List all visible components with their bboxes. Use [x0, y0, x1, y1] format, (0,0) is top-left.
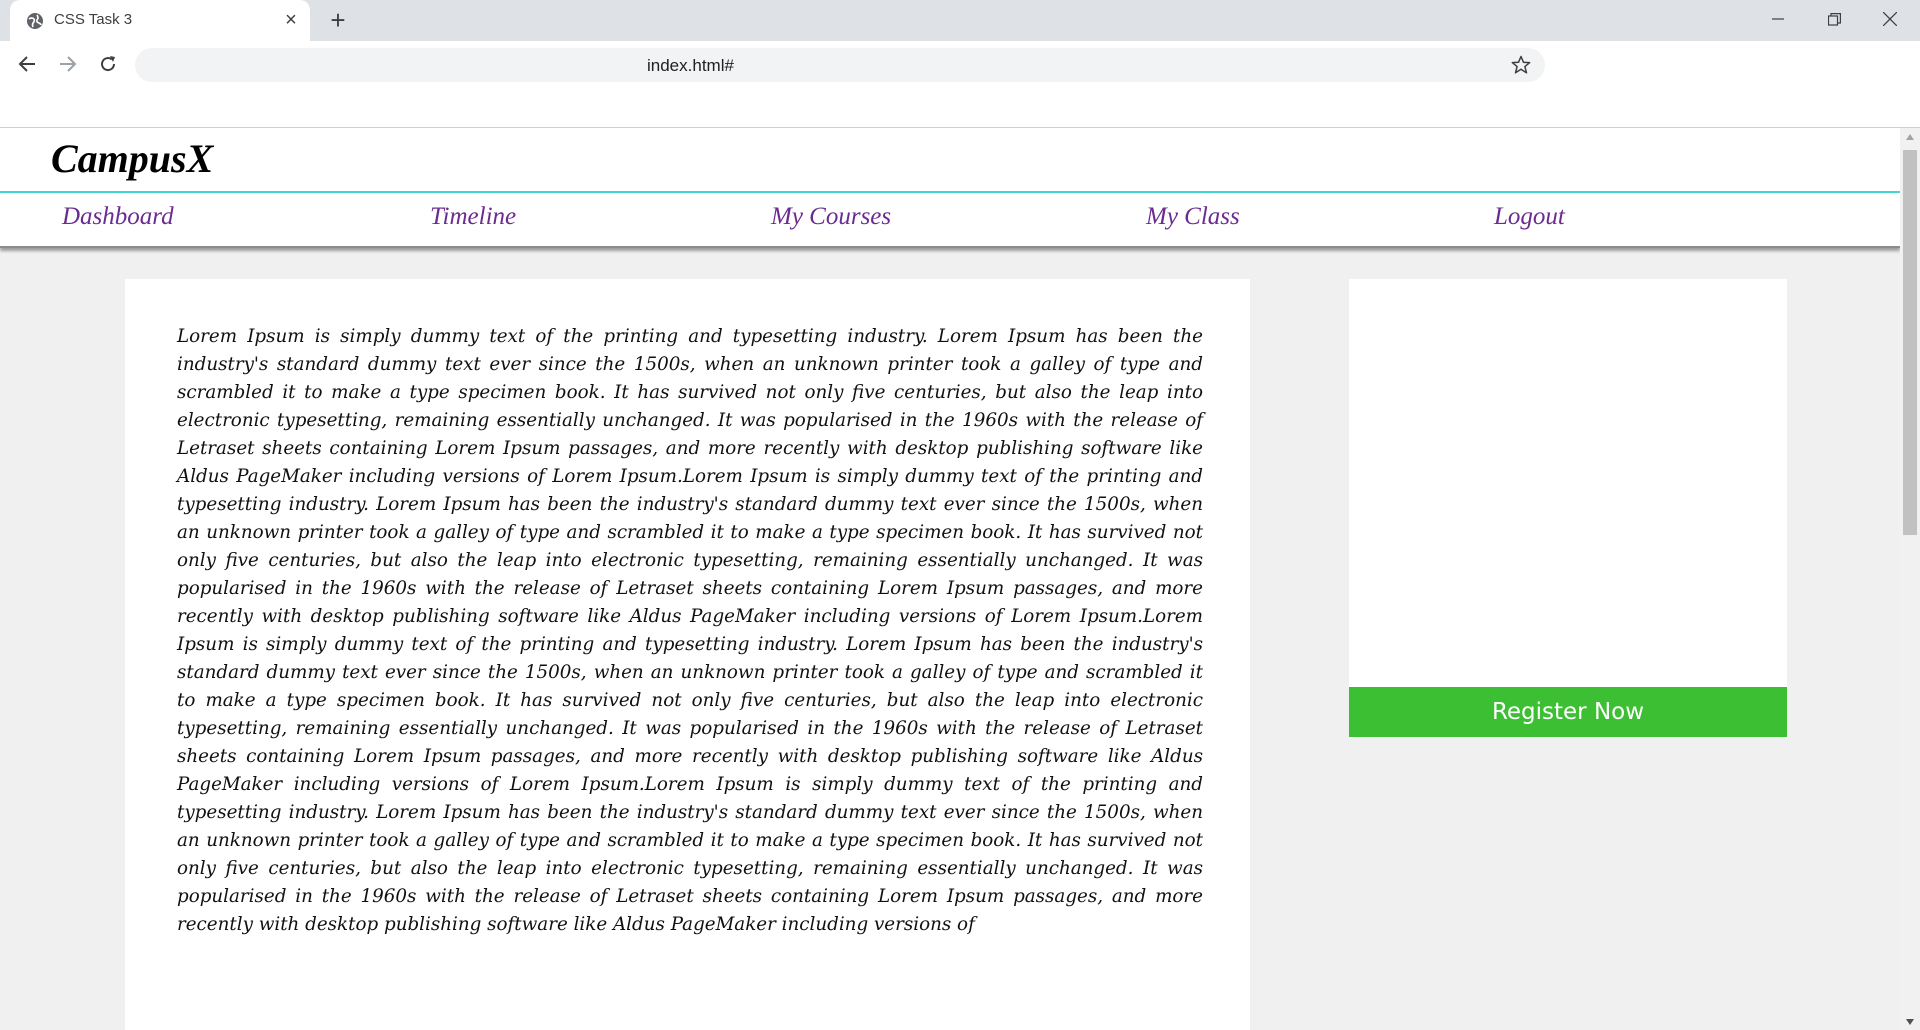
- browser-tab[interactable]: CSS Task 3 ×: [10, 0, 310, 41]
- site-header: CampusX: [0, 128, 1900, 191]
- page-viewport: CampusX Dashboard Timeline My Courses My…: [0, 128, 1920, 1030]
- back-button[interactable]: [12, 49, 42, 79]
- close-tab-icon[interactable]: ×: [280, 9, 302, 31]
- forward-button[interactable]: [53, 49, 83, 79]
- reload-icon: [101, 56, 116, 72]
- nav-logout[interactable]: Logout: [1494, 203, 1565, 231]
- main-navigation: Dashboard Timeline My Courses My Class L…: [0, 193, 1900, 248]
- register-now-button[interactable]: Register Now: [1349, 687, 1787, 737]
- tab-title: CSS Task 3: [54, 11, 133, 28]
- lorem-paragraph: Lorem Ipsum is simply dummy text of the …: [177, 326, 1203, 935]
- triangle-down-icon: [1906, 1018, 1914, 1025]
- tab-strip: CSS Task 3 × +: [0, 0, 1920, 41]
- reload-button[interactable]: [93, 49, 123, 79]
- scroll-up-button[interactable]: [1900, 128, 1920, 145]
- address-bar[interactable]: index.html#: [135, 48, 1545, 82]
- content-card: Lorem Ipsum is simply dummy text of the …: [125, 279, 1250, 1030]
- close-icon: [1883, 12, 1897, 26]
- restore-button[interactable]: [1806, 0, 1862, 38]
- globe-icon: [27, 13, 43, 29]
- site-logo[interactable]: CampusX: [51, 135, 213, 182]
- nav-my-class[interactable]: My Class: [1146, 203, 1240, 231]
- close-window-button[interactable]: [1862, 0, 1918, 38]
- sidebar-card: [1349, 279, 1787, 687]
- minimize-button[interactable]: [1750, 0, 1806, 38]
- arrow-left-icon: [18, 56, 35, 72]
- minimize-icon: [1772, 18, 1784, 20]
- triangle-up-icon: [1906, 133, 1914, 140]
- vertical-scrollbar[interactable]: [1900, 128, 1920, 1030]
- restore-icon: [1827, 12, 1841, 26]
- arrow-right-icon: [60, 56, 77, 72]
- browser-chrome: CSS Task 3 × + index.html#: [0, 0, 1920, 128]
- nav-dashboard[interactable]: Dashboard: [62, 203, 174, 231]
- plus-icon[interactable]: +: [326, 7, 350, 33]
- star-icon[interactable]: [1511, 55, 1531, 75]
- scrollbar-thumb[interactable]: [1903, 150, 1917, 535]
- url-text[interactable]: index.html#: [647, 56, 734, 76]
- browser-toolbar: index.html#: [0, 41, 1920, 87]
- nav-timeline[interactable]: Timeline: [430, 203, 516, 231]
- scroll-down-button[interactable]: [1900, 1013, 1920, 1030]
- nav-my-courses[interactable]: My Courses: [771, 203, 891, 231]
